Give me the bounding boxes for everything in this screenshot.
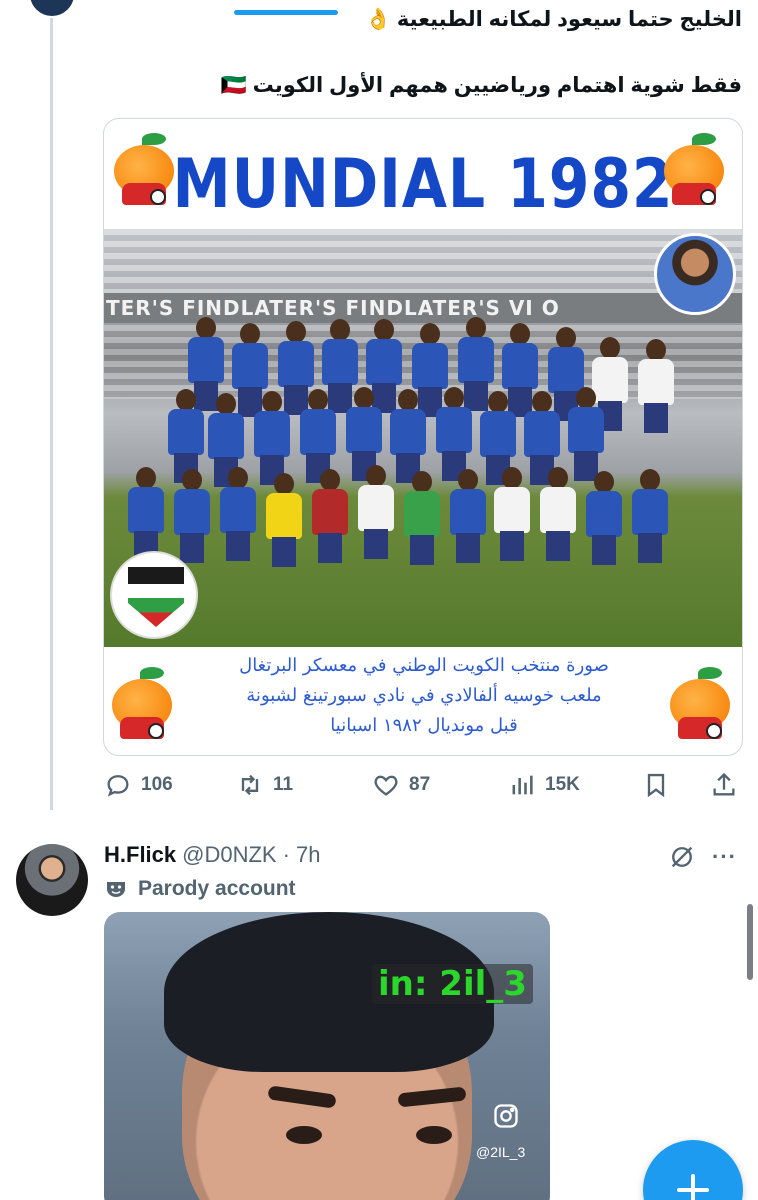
- share-button[interactable]: [710, 768, 738, 802]
- tweet-media-image[interactable]: MUNDIAL 1982 TER'S FINDLATER'S FINDLATER…: [103, 118, 743, 756]
- team-photo: TER'S FINDLATER'S FINDLATER'S VI O: [104, 229, 742, 647]
- team-players-group: [128, 317, 704, 617]
- tweet-time[interactable]: · 7h: [283, 842, 321, 868]
- tweet-video[interactable]: in: 2il_3 @2IL_3: [104, 912, 550, 1200]
- inset-portrait: [654, 233, 736, 315]
- bookmark-icon: [647, 773, 665, 798]
- reply-button[interactable]: 106: [104, 768, 173, 802]
- caption-line-1: صورة منتخب الكويت الوطني في معسكر البرتغ…: [239, 655, 609, 676]
- retweet-count: 11: [273, 774, 294, 795]
- reply-icon: [107, 775, 129, 797]
- poster-title: MUNDIAL 1982: [172, 145, 674, 224]
- eye-left: [286, 1126, 322, 1144]
- tweet-action-bar: 106 11 87 15K: [104, 768, 742, 802]
- like-button[interactable]: 87: [372, 768, 430, 802]
- reply-count: 106: [141, 774, 173, 795]
- grok-icon[interactable]: [668, 843, 696, 871]
- instagram-handle: @2IL_3: [476, 1144, 526, 1160]
- naranjito-mascot-icon: [106, 665, 180, 749]
- tweet-header: H.Flick @D0NZK · 7h: [104, 842, 321, 870]
- scrollbar[interactable]: [747, 904, 753, 980]
- more-icon[interactable]: ···: [712, 844, 742, 870]
- naranjito-mascot-icon: [664, 665, 738, 749]
- views-count: 15K: [545, 774, 580, 795]
- caption-line-3: قبل مونديال ١٩٨٢ اسبانيا: [330, 715, 518, 736]
- author-name[interactable]: H.Flick: [104, 842, 176, 868]
- retweet-button[interactable]: 11: [236, 768, 293, 802]
- views-icon: [512, 775, 533, 795]
- bookmark-button[interactable]: [642, 768, 670, 802]
- previous-author-avatar[interactable]: [28, 0, 76, 18]
- naranjito-mascot-icon: [108, 131, 182, 215]
- compose-button[interactable]: [643, 1140, 743, 1200]
- author-avatar[interactable]: [16, 844, 88, 916]
- like-count: 87: [409, 774, 431, 795]
- eye-right: [416, 1126, 452, 1144]
- video-watermark: in: 2il_3: [372, 964, 533, 1004]
- parody-label-text: Parody account: [138, 877, 296, 900]
- caption-line-2: ملعب خوسيه ألفالادي في نادي سبورتينغ لشب…: [246, 685, 602, 706]
- author-handle[interactable]: @D0NZK: [182, 842, 276, 868]
- mask-icon: [107, 882, 125, 897]
- kuwait-fa-badge-icon: [110, 551, 198, 639]
- tweet-text-line-2: فقط شوية اهتمام ورياضيين همهم الأول الكو…: [220, 74, 742, 97]
- heart-icon: [374, 775, 398, 796]
- poster-caption: صورة منتخب الكويت الوطني في معسكر البرتغ…: [204, 651, 644, 741]
- share-icon: [713, 772, 735, 796]
- tweet-text-line-1: الخليج حتما سيعود لمكانه الطبيعية 👌: [364, 8, 742, 31]
- parody-account-label: Parody account: [104, 874, 296, 904]
- instagram-icon: [494, 1104, 518, 1128]
- plus-icon: [677, 1174, 709, 1200]
- retweet-icon: [241, 774, 259, 796]
- views-button[interactable]: 15K: [508, 768, 580, 802]
- thread-connector-line: [50, 0, 53, 810]
- scroll-position-indicator: [234, 10, 338, 15]
- naranjito-mascot-icon: [658, 131, 732, 215]
